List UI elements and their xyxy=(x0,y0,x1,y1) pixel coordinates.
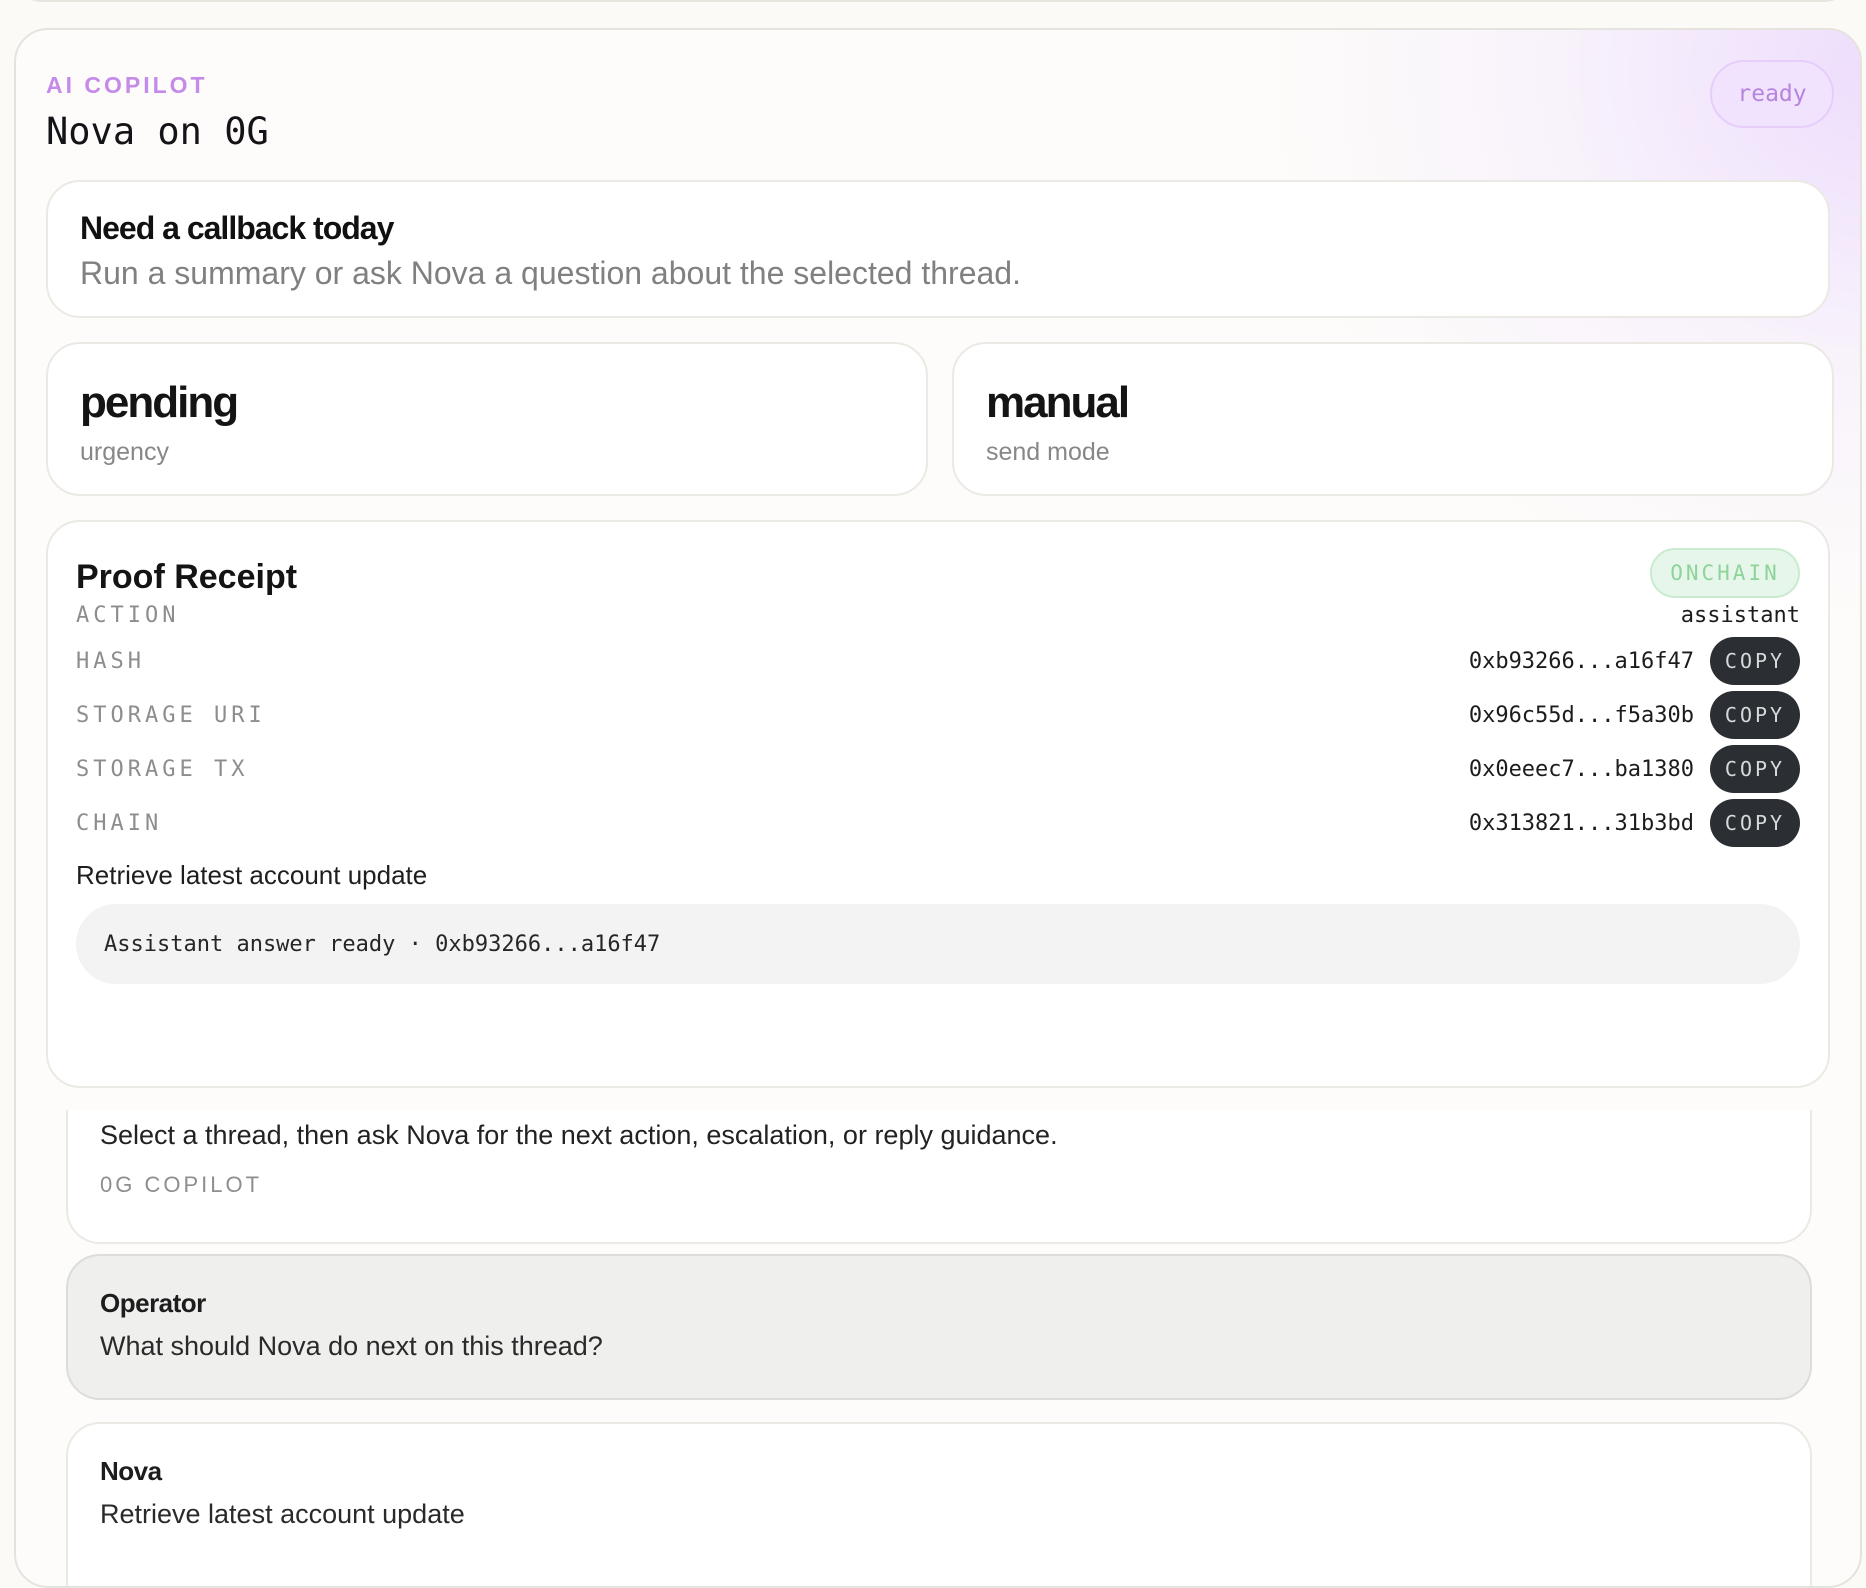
stat-card-urgency: pending urgency xyxy=(46,342,928,496)
panel-eyebrow: AI COPILOT xyxy=(46,72,208,98)
ai-copilot-panel: AI COPILOT Nova on 0G ready Need a callb… xyxy=(14,28,1862,1588)
receipt-row-storage-uri: STORAGE URI 0x96c55d...f5a30b COPY xyxy=(76,690,1800,740)
receipt-status-line: Assistant answer ready · 0xb93266...a16f… xyxy=(76,904,1800,984)
callout-card: Need a callback today Run a summary or a… xyxy=(46,180,1830,318)
row-label: CHAIN xyxy=(76,810,163,836)
status-badge: ready xyxy=(1710,60,1834,128)
message-body: What should Nova do next on this thread? xyxy=(100,1331,603,1361)
receipt-row-chain: CHAIN 0x313821...31b3bd COPY xyxy=(76,798,1800,848)
callout-title: Need a callback today xyxy=(80,210,394,246)
row-value: 0x313821...31b3bd xyxy=(1468,810,1694,836)
row-label: STORAGE URI xyxy=(76,702,266,728)
row-label: HASH xyxy=(76,648,145,674)
previous-card-edge xyxy=(14,0,1852,2)
panel-title: Nova on 0G xyxy=(46,110,269,153)
copy-storage-tx-button[interactable]: COPY xyxy=(1710,745,1800,793)
receipt-row-hash: HASH 0xb93266...a16f47 COPY xyxy=(76,636,1800,686)
row-value: 0x0eeec7...ba1380 xyxy=(1468,756,1694,782)
intro-tag: 0G COPILOT xyxy=(100,1172,263,1197)
row-value: assistant xyxy=(1680,602,1800,628)
stat-label: urgency xyxy=(80,438,169,466)
intro-text: Select a thread, then ask Nova for the n… xyxy=(100,1120,1058,1150)
stat-value: manual xyxy=(986,378,1130,427)
callout-subtitle: Run a summary or ask Nova a question abo… xyxy=(80,255,1021,291)
receipt-note: Retrieve latest account update xyxy=(76,860,428,890)
message-nova: Nova Retrieve latest account update xyxy=(66,1422,1812,1586)
stat-card-send-mode: manual send mode xyxy=(952,342,1834,496)
receipt-row-action: ACTION assistant xyxy=(76,590,1800,640)
message-author: Nova xyxy=(100,1456,162,1486)
proof-receipt-card: Proof Receipt ONCHAIN ACTION assistant H… xyxy=(46,520,1830,1088)
message-operator: Operator What should Nova do next on thi… xyxy=(66,1254,1812,1400)
message-author: Operator xyxy=(100,1288,206,1318)
copy-hash-button[interactable]: COPY xyxy=(1710,637,1800,685)
row-value: 0x96c55d...f5a30b xyxy=(1468,702,1694,728)
row-value: 0xb93266...a16f47 xyxy=(1468,648,1694,674)
copy-storage-uri-button[interactable]: COPY xyxy=(1710,691,1800,739)
message-body: Retrieve latest account update xyxy=(100,1499,465,1529)
conversation-intro: Select a thread, then ask Nova for the n… xyxy=(66,1110,1812,1244)
receipt-row-storage-tx: STORAGE TX 0x0eeec7...ba1380 COPY xyxy=(76,744,1800,794)
stat-label: send mode xyxy=(986,438,1110,466)
copy-chain-button[interactable]: COPY xyxy=(1710,799,1800,847)
row-label: STORAGE TX xyxy=(76,756,249,782)
stat-value: pending xyxy=(80,378,239,427)
row-label: ACTION xyxy=(76,602,180,628)
